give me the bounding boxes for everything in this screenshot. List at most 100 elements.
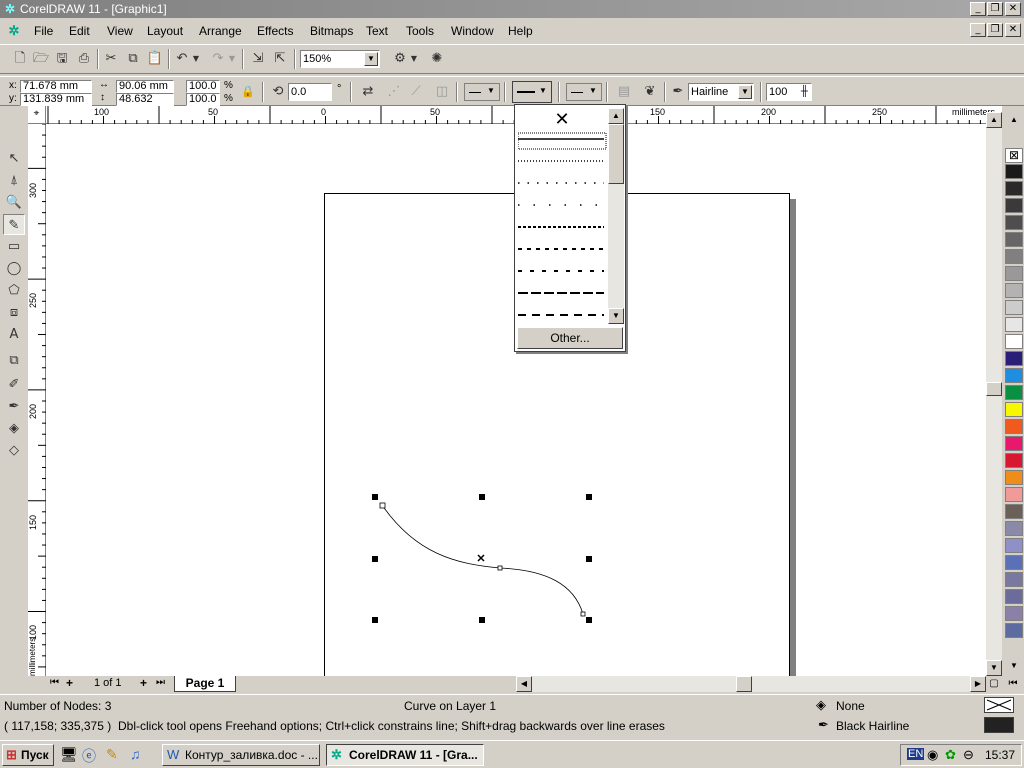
export-icon[interactable]: ⇱	[270, 49, 290, 69]
shape-tool-icon[interactable]: ⍋	[3, 170, 25, 191]
browser-icon[interactable]: ⓔ	[82, 746, 96, 766]
color-swatch[interactable]	[1005, 538, 1023, 553]
scroll-down-icon[interactable]: ▼	[608, 308, 624, 324]
last-page-icon[interactable]: ⏭	[156, 677, 165, 688]
new-icon[interactable]: 🗋	[10, 49, 30, 69]
outline-tool-icon[interactable]: ✒	[3, 396, 25, 417]
menu-edit[interactable]: Edit	[69, 24, 90, 38]
interactive-fill-tool-icon[interactable]: ◇	[3, 440, 25, 461]
color-swatch[interactable]	[1005, 300, 1023, 315]
color-swatch[interactable]	[1005, 589, 1023, 604]
color-swatch[interactable]	[1005, 266, 1023, 281]
ellipse-tool-icon[interactable]: ◯	[3, 258, 25, 279]
paste-icon[interactable]: 📋	[145, 49, 165, 69]
quick-launch-icon[interactable]: ✎	[106, 746, 118, 763]
horizontal-scrollbar[interactable]: ◀ ▶	[516, 676, 986, 692]
ruler-origin-icon[interactable]: ⌖	[28, 106, 46, 124]
end-arrow-selector[interactable]: ▼	[566, 83, 602, 101]
zoom-corner-icon[interactable]: ▢	[986, 676, 1002, 692]
scroll-up-icon[interactable]: ▲	[986, 112, 1002, 128]
page-tab[interactable]: Page 1	[174, 676, 236, 692]
redo-icon[interactable]: ↷	[208, 49, 228, 69]
palette-scroll-up-icon[interactable]: ▲	[1006, 114, 1022, 126]
text-tool-icon[interactable]: A	[3, 324, 25, 345]
convert-to-curves-icon[interactable]: ❦	[640, 82, 660, 102]
task-word-document[interactable]: W Контур_заливка.doc - ...	[162, 744, 320, 766]
eyedropper-tool-icon[interactable]: ✐	[3, 374, 25, 395]
menu-view[interactable]: View	[107, 24, 133, 38]
basic-shapes-tool-icon[interactable]: ⧈	[3, 302, 25, 323]
save-icon[interactable]: 🖫	[52, 49, 72, 69]
smoothness-field[interactable]: 100 ╫	[766, 83, 812, 101]
pick-tool-icon[interactable]: ↖	[3, 148, 25, 169]
task-coreldraw[interactable]: ✲ CorelDRAW 11 - [Gra...	[326, 744, 484, 766]
cut-icon[interactable]: ✂	[101, 49, 121, 69]
color-swatch[interactable]	[1005, 334, 1023, 349]
no-outline-option[interactable]: ✕	[518, 108, 606, 130]
scroll-thumb[interactable]	[736, 676, 752, 692]
copy-icon[interactable]: ⧉	[123, 49, 143, 69]
scroll-thumb[interactable]	[608, 124, 624, 184]
menu-help[interactable]: Help	[508, 24, 533, 38]
color-swatch[interactable]	[1005, 504, 1023, 519]
restore-button[interactable]: ❐	[987, 2, 1003, 16]
scroll-right-icon[interactable]: ▶	[970, 676, 986, 692]
color-swatch[interactable]	[1005, 572, 1023, 587]
color-swatch[interactable]	[1005, 453, 1023, 468]
color-swatch[interactable]	[1005, 317, 1023, 332]
x-position-field[interactable]: 71.678 mm	[20, 80, 92, 93]
interactive-blend-tool-icon[interactable]: ⧉	[3, 350, 25, 371]
wrap-text-icon[interactable]: ▤	[614, 82, 634, 102]
rectangle-tool-icon[interactable]: ▭	[3, 236, 25, 257]
scroll-thumb[interactable]	[986, 382, 1002, 396]
start-button[interactable]: ⊞ Пуск	[2, 744, 54, 766]
print-icon[interactable]: ⎙	[74, 49, 94, 69]
media-icon[interactable]: ♫	[130, 746, 141, 762]
fill-tool-icon[interactable]: ◈	[3, 418, 25, 439]
color-swatch[interactable]	[1005, 249, 1023, 264]
scale-x-field[interactable]: 100.0	[186, 80, 220, 93]
add-page-before-icon[interactable]: +	[66, 676, 73, 690]
palette-flyout-icon[interactable]: ⏮	[1004, 676, 1022, 692]
fill-swatch[interactable]	[984, 697, 1014, 713]
line-style-selector[interactable]: ▼	[512, 81, 552, 103]
color-swatch[interactable]	[1005, 232, 1023, 247]
language-indicator[interactable]: EN	[907, 748, 925, 760]
color-swatch[interactable]	[1005, 606, 1023, 621]
lock-ratio-icon[interactable]: 🔒	[240, 82, 256, 102]
doc-minimize-button[interactable]: _	[970, 23, 986, 37]
zoom-tool-icon[interactable]: 🔍	[3, 192, 25, 213]
color-swatch[interactable]	[1005, 555, 1023, 570]
add-page-after-icon[interactable]: +	[140, 676, 147, 690]
import-icon[interactable]: ⇲	[248, 49, 268, 69]
minimize-button[interactable]: _	[970, 2, 986, 16]
menu-tools[interactable]: Tools	[406, 24, 434, 38]
node-icon[interactable]: ⋰	[384, 82, 404, 102]
vertical-ruler[interactable]: 300 250 200 150 100 millimeters	[28, 124, 46, 676]
no-color-swatch[interactable]: ⊠	[1005, 148, 1023, 163]
menu-window[interactable]: Window	[451, 24, 494, 38]
menu-file[interactable]: File	[34, 24, 53, 38]
other-button[interactable]: Other...	[517, 327, 623, 349]
menu-arrange[interactable]: Arrange	[199, 24, 242, 38]
color-swatch[interactable]	[1005, 215, 1023, 230]
pen-icon[interactable]: ✒	[668, 82, 688, 102]
color-swatch[interactable]	[1005, 623, 1023, 638]
color-swatch[interactable]	[1005, 385, 1023, 400]
color-swatch[interactable]	[1005, 487, 1023, 502]
menu-bitmaps[interactable]: Bitmaps	[310, 24, 353, 38]
chevron-down-icon[interactable]: ▼	[364, 52, 378, 66]
menu-text[interactable]: Text	[366, 24, 388, 38]
rotate-icon[interactable]: ⟲	[270, 82, 286, 102]
color-swatch[interactable]	[1005, 351, 1023, 366]
menu-effects[interactable]: Effects	[257, 24, 293, 38]
line-icon[interactable]: ⟋	[406, 82, 426, 102]
start-arrow-selector[interactable]: ▼	[464, 83, 500, 101]
mirror-icon[interactable]: ⇄	[358, 82, 378, 102]
corel-online-icon[interactable]: ✺	[427, 49, 447, 69]
color-swatch[interactable]	[1005, 283, 1023, 298]
scale-y-field[interactable]: 100.0	[186, 93, 220, 106]
color-swatch[interactable]	[1005, 181, 1023, 196]
scroll-up-icon[interactable]: ▲	[608, 108, 624, 124]
angle-field[interactable]: 0.0	[288, 83, 332, 101]
